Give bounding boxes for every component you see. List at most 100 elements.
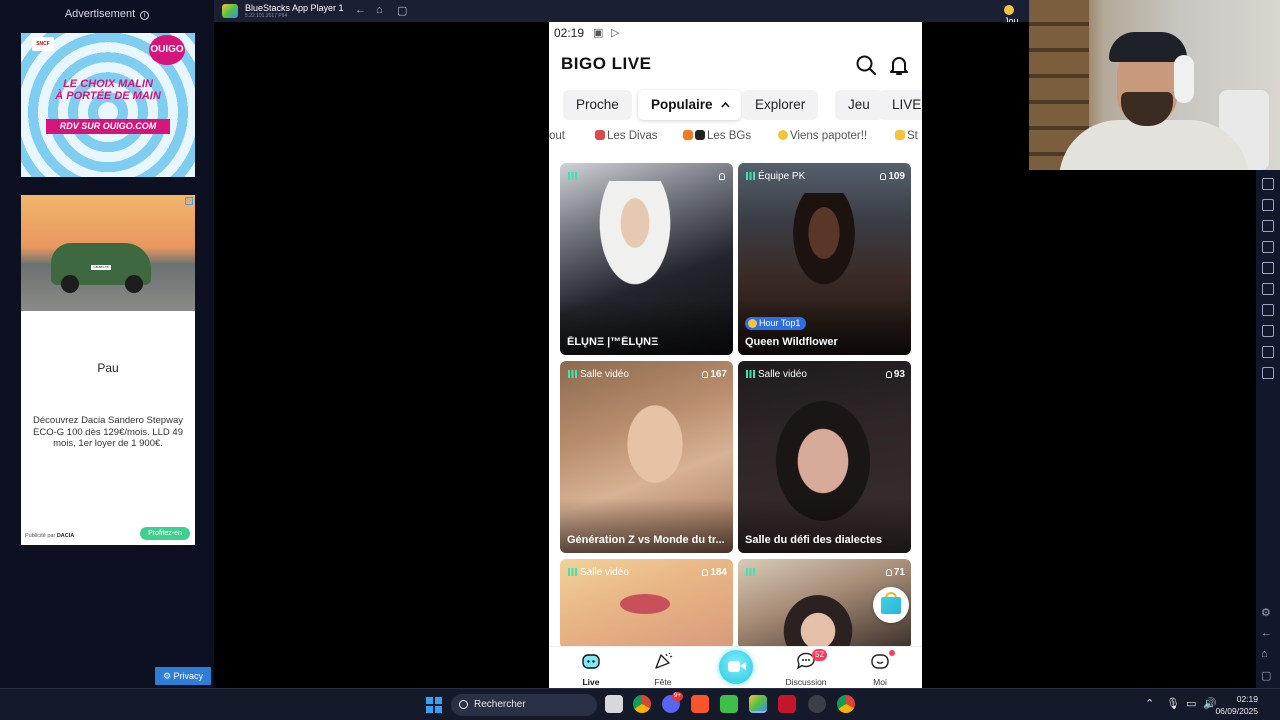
sub-category-chips: out Les Divas Les BGs Viens papoter!! St [549, 130, 922, 148]
side-home-icon[interactable]: ⌂ [1261, 648, 1268, 660]
live-bars-icon [746, 172, 755, 180]
streamer-thumbnail [620, 594, 670, 614]
live-bars-icon [746, 370, 755, 378]
chevron-up-icon [720, 101, 730, 108]
chip-les-divas[interactable]: Les Divas [595, 130, 658, 142]
advertisement-label: Advertisement i [0, 8, 214, 20]
play-store-icon: ▷ [611, 27, 620, 39]
chrome-icon[interactable] [633, 695, 651, 713]
viewer-icon [702, 371, 709, 378]
webcam-overlay [1029, 0, 1280, 170]
microphone-icon[interactable]: 🎙 [1166, 697, 1180, 710]
card-tag: Équipe PK [746, 171, 805, 182]
tab-populaire[interactable]: Populaire [638, 90, 741, 120]
ad-sponsor: Publicité par DACIA [25, 533, 75, 539]
nav-moi[interactable]: Moi [843, 647, 917, 688]
chrome-profile-icon[interactable] [837, 695, 855, 713]
tab-live[interactable]: LIVE [879, 90, 922, 120]
gift-fab[interactable] [873, 587, 909, 623]
hour-top-badge: Hour Top1 [745, 317, 807, 330]
chip-st[interactable]: St [895, 130, 918, 142]
screenshot-icon[interactable] [1262, 220, 1274, 232]
tab-jeu[interactable]: Jeu [835, 90, 883, 120]
streamer-thumbnail [778, 589, 858, 649]
category-tabs: Proche Populaire Explorer Jeu LIVE [549, 90, 922, 120]
viewer-count [719, 171, 727, 182]
multi-instance-icon[interactable] [1262, 283, 1274, 295]
live-card[interactable]: Salle vidéo 184 [560, 559, 733, 649]
bluestacks-titlebar: BlueStacks App Player 1 5.22.101.2017 P6… [214, 0, 1029, 26]
chip-out[interactable]: out [549, 130, 565, 142]
obs-icon[interactable] [808, 695, 826, 713]
live-card[interactable]: Équipe PK 109 Hour Top1 Queen Wildflower [738, 163, 911, 355]
card-title: Queen Wildflower [745, 336, 838, 348]
back-icon[interactable]: ← [355, 4, 366, 16]
tab-explorer[interactable]: Explorer [742, 90, 819, 120]
eraser-icon[interactable] [1262, 304, 1274, 316]
ad-description: Découvrez Dacia Sandero Stepway ECO-G 10… [33, 415, 183, 449]
adchoices-icon[interactable]: ▷ [185, 197, 193, 205]
viewer-icon [885, 569, 892, 576]
nav-discussion[interactable]: 52 Discussion [769, 647, 843, 688]
status-time: 02:19 [554, 26, 585, 40]
status-bar: 02:19 ▣ ▷ [549, 22, 922, 42]
live-card[interactable]: Salle vidéo 167 Génération Z vs Monde du… [560, 361, 733, 553]
go-live-button[interactable] [719, 650, 753, 684]
live-bars-icon [746, 568, 755, 576]
search-icon[interactable] [855, 54, 877, 76]
media-icon[interactable] [1262, 241, 1274, 253]
home-icon[interactable]: ⌂ [376, 4, 383, 16]
sparkles-icon [895, 130, 905, 140]
dancer-icon [595, 130, 605, 140]
car-wheel [125, 275, 143, 293]
windows-start-icon[interactable] [426, 697, 442, 713]
keyboard-icon[interactable] [1262, 178, 1274, 190]
side-back-icon[interactable]: ← [1261, 627, 1272, 639]
ouigo-ad[interactable]: SNCF OUIGO LE CHOIX MALIN À PORTÉE DE MA… [21, 33, 195, 177]
tab-proche[interactable]: Proche [563, 90, 632, 120]
profitez-en-button[interactable]: Profitez-en [140, 527, 190, 540]
privacy-button[interactable]: ⚙ Privacy [155, 667, 211, 685]
notification-icon: ▣ [593, 27, 604, 39]
live-card[interactable]: Salle vidéo 93 Salle du défi des dialect… [738, 361, 911, 553]
gift-box-icon [881, 597, 901, 614]
recent-apps-icon[interactable]: ▢ [397, 4, 407, 17]
dacia-ad[interactable]: GB-883-TB ▷ Pau Découvrez Dacia Sandero … [21, 195, 195, 545]
taskbar-search[interactable]: Rechercher [451, 694, 597, 716]
media-player-icon[interactable] [778, 695, 796, 713]
nav-live[interactable]: Live [554, 647, 628, 688]
viewer-count: 167 [702, 369, 727, 380]
tray-chevron-icon[interactable]: ⌃ [1145, 697, 1154, 710]
ouigo-logo: OUIGO [149, 35, 185, 65]
file-explorer-icon[interactable] [605, 695, 623, 713]
chip-les-bgs[interactable]: Les BGs [683, 130, 751, 142]
profile-icon [871, 654, 889, 669]
ad-city: Pau [97, 361, 119, 375]
eco-mode-icon[interactable] [1262, 367, 1274, 379]
ouigo-slogan: LE CHOIX MALIN À PORTÉE DE MAIN [55, 78, 161, 102]
taskbar-clock[interactable]: 02:19 06/09/2025 [1198, 693, 1258, 717]
airplane-icon[interactable] [1262, 262, 1274, 274]
layers-icon[interactable] [1262, 346, 1274, 358]
streamer-cap [1109, 32, 1187, 62]
chip-viens-papoter[interactable]: Viens papoter!! [778, 130, 867, 142]
location-icon[interactable] [1262, 325, 1274, 337]
viewer-count: 184 [702, 567, 727, 578]
spreadsheet-icon[interactable] [720, 695, 738, 713]
brave-icon[interactable] [691, 695, 709, 713]
ouigo-cta[interactable]: RDV SUR OUIGO.COM [46, 119, 170, 134]
card-title: Génération Z vs Monde du tr... [567, 534, 725, 546]
network-icon[interactable]: ▭ [1186, 697, 1196, 710]
settings-icon[interactable]: ⚙ [1261, 606, 1271, 619]
nav-fete[interactable]: Fête [626, 647, 700, 688]
headphones [1174, 55, 1194, 103]
live-bars-icon [568, 568, 577, 576]
card-tag: Salle vidéo [568, 567, 629, 578]
bluestacks-icon[interactable] [749, 695, 767, 713]
live-card[interactable]: ĒLŲNΞ |™ĒLŲNΞ [560, 163, 733, 355]
info-icon[interactable]: i [140, 11, 150, 20]
side-recent-icon[interactable]: ▢ [1261, 669, 1271, 682]
search-icon [459, 700, 468, 709]
gamepad-icon[interactable] [1262, 199, 1274, 211]
bell-icon[interactable] [888, 54, 910, 76]
